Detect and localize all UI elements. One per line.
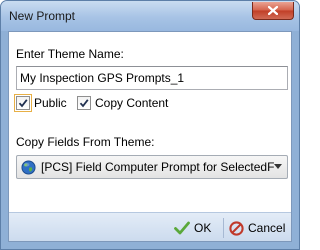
public-label: Public — [34, 96, 67, 110]
cancel-icon — [229, 220, 244, 236]
close-x-icon — [268, 6, 278, 15]
public-checkbox[interactable] — [14, 94, 32, 112]
new-prompt-dialog: New Prompt Enter Theme Name: Public — [0, 0, 300, 250]
cancel-label: Cancel — [248, 221, 286, 235]
public-checkbox-row[interactable]: Public — [14, 94, 67, 112]
dialog-body: Enter Theme Name: Public Copy Content Co… — [8, 31, 292, 242]
cancel-button[interactable]: Cancel — [229, 218, 285, 238]
close-button[interactable] — [252, 2, 294, 20]
footer-divider — [223, 218, 224, 238]
title-bar[interactable]: New Prompt — [1, 1, 299, 31]
ok-label: OK — [194, 221, 212, 235]
copy-fields-selected: [PCS] Field Computer Prompt for Selected… — [41, 160, 275, 174]
theme-name-label: Enter Theme Name: — [16, 47, 124, 61]
ok-check-icon — [174, 221, 190, 235]
theme-name-input[interactable] — [16, 66, 288, 90]
checkmark-icon — [79, 99, 89, 108]
copy-content-label: Copy Content — [95, 96, 169, 110]
dialog-footer: OK Cancel — [9, 212, 291, 241]
copy-fields-dropdown[interactable]: [PCS] Field Computer Prompt for Selected… — [16, 155, 288, 179]
ok-button[interactable]: OK — [174, 218, 211, 238]
copy-content-checkbox-row[interactable]: Copy Content — [77, 94, 168, 112]
chevron-down-icon[interactable] — [274, 164, 282, 169]
copy-fields-label: Copy Fields From Theme: — [16, 135, 155, 149]
window-title: New Prompt — [9, 9, 76, 23]
copy-content-checkbox[interactable] — [77, 96, 91, 110]
checkmark-icon — [18, 99, 28, 108]
globe-icon — [21, 159, 36, 175]
